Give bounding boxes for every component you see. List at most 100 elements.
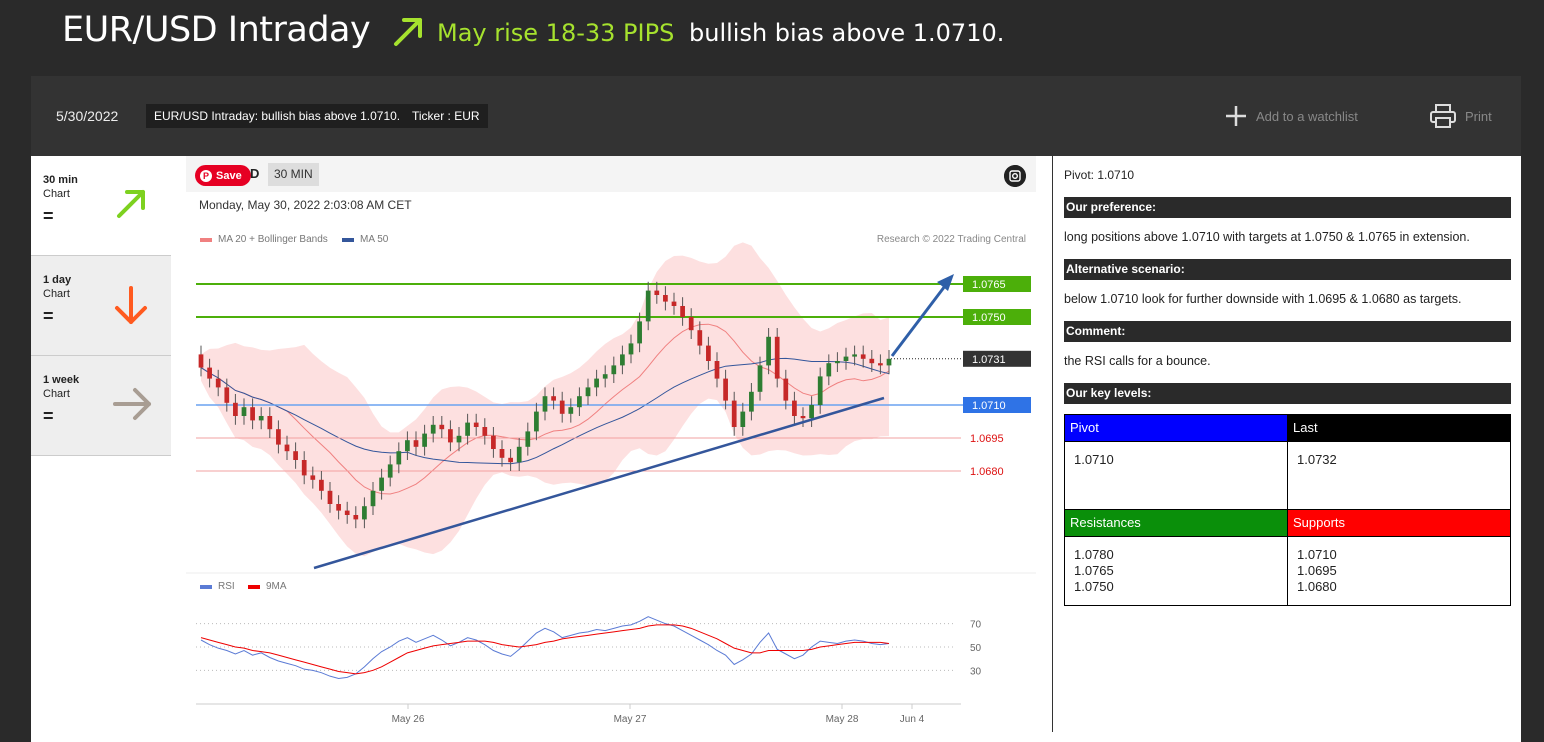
- projection-arrowhead: [937, 274, 954, 291]
- alternative-text: below 1.0710 look for further downside w…: [1064, 292, 1462, 306]
- candle-body: [439, 424, 445, 430]
- resistance-level: 1.0780: [1074, 547, 1114, 562]
- candle-body: [869, 358, 875, 364]
- candle-body: [594, 378, 599, 388]
- candle-body: [697, 330, 703, 346]
- timeframe-sub: Chart: [43, 188, 70, 200]
- printer-icon: [1430, 104, 1456, 128]
- candle-body: [310, 475, 316, 480]
- comment-header: Comment:: [1064, 321, 1511, 342]
- candle-body: [835, 361, 840, 364]
- candle-body: [525, 431, 531, 447]
- candle-body: [663, 295, 668, 302]
- ticker-tag: Ticker : EUR: [404, 104, 488, 128]
- candle-body: [783, 378, 789, 401]
- timeframe-sub: Chart: [43, 288, 70, 300]
- rsi-ma-legend-swatch: [248, 585, 260, 589]
- preference-header: Our preference:: [1064, 197, 1511, 218]
- pinterest-save-button[interactable]: P Save: [195, 165, 251, 186]
- pivot-header: Pivot: [1064, 414, 1288, 442]
- candle-body: [637, 321, 642, 344]
- candle-body: [387, 464, 393, 478]
- supports-cell: 1.0710 1.0695 1.0680: [1287, 536, 1511, 606]
- candle-body: [645, 290, 651, 322]
- watchlist-label: Add to a watchlist: [1256, 108, 1358, 124]
- candle-body: [886, 358, 892, 366]
- candle-body: [258, 416, 264, 421]
- resistance-level: 1.0765: [1074, 563, 1114, 578]
- save-label: Save: [216, 169, 242, 182]
- candle-body: [826, 363, 832, 377]
- analysis-date: 5/30/2022: [56, 108, 119, 124]
- candle-body: [198, 354, 204, 368]
- candle-body: [224, 387, 230, 403]
- last-header: Last: [1287, 414, 1511, 442]
- snapshot-icon[interactable]: [1004, 165, 1026, 187]
- rsi-ma-legend: 9MA: [266, 581, 287, 592]
- last-value: 1.0732: [1287, 441, 1511, 510]
- add-to-watchlist-button[interactable]: Add to a watchlist: [1224, 102, 1358, 130]
- timeframe-label: 1 day: [43, 274, 72, 286]
- candle-body: [516, 446, 522, 463]
- candle-body: [766, 336, 771, 366]
- candle-body: [362, 506, 367, 520]
- candle-body: [800, 416, 806, 419]
- rsi-legend-swatch: [200, 585, 212, 589]
- x-tick-label: May 28: [826, 714, 859, 725]
- price-chart: P Save D 30 MIN Monday, May 30, 2022 2:0…: [186, 156, 1036, 732]
- rsi-ma-line: [200, 624, 890, 675]
- chart-timeframe-button[interactable]: 30 MIN: [268, 163, 319, 186]
- chart-canvas: MA 20 + Bollinger Bands MA 50 Research ©…: [186, 234, 1036, 725]
- candle-body: [749, 391, 754, 412]
- candle-body: [611, 365, 617, 375]
- candle-body: [344, 510, 350, 515]
- analysis-info: Pivot: 1.0710 Our preference: long posit…: [1052, 156, 1521, 732]
- page-title: EUR/USD Intraday: [62, 10, 371, 50]
- comment-text: the RSI calls for a bounce.: [1064, 354, 1211, 368]
- timeframe-30min[interactable]: 30 min Chart =: [31, 156, 171, 256]
- candle-body: [602, 374, 608, 379]
- resistance-level: 1.0750: [1074, 579, 1114, 594]
- pinterest-icon: P: [200, 169, 212, 182]
- candle-body: [482, 427, 488, 436]
- candle-body: [405, 440, 410, 452]
- candle-body: [577, 396, 582, 408]
- bias-text: bullish bias above 1.0710.: [689, 19, 1005, 47]
- rsi-legend: RSI: [218, 581, 235, 592]
- timeframe-1week[interactable]: 1 week Chart =: [31, 356, 171, 456]
- plus-icon: [1226, 106, 1246, 126]
- candle-body: [473, 422, 479, 427]
- print-button[interactable]: Print: [1429, 102, 1492, 130]
- candle-body: [508, 457, 513, 463]
- ma50-legend: MA 50: [360, 234, 389, 245]
- support-level: 1.0710: [1297, 547, 1337, 562]
- x-tick-label: May 27: [614, 714, 647, 725]
- support-level: 1.0680: [1297, 579, 1337, 594]
- resistances-cell: 1.0780 1.0765 1.0750: [1064, 536, 1288, 606]
- candle-body: [740, 411, 746, 427]
- candle-body: [714, 361, 720, 379]
- candle-body: [499, 449, 505, 458]
- supports-header: Supports: [1287, 509, 1511, 537]
- summary-tag: EUR/USD Intraday: bullish bias above 1.0…: [146, 104, 409, 128]
- timeframe-trend: =: [43, 206, 54, 226]
- candle-body: [284, 444, 290, 452]
- candle-body: [215, 378, 221, 388]
- candle-body: [370, 490, 376, 507]
- candle-body: [585, 387, 591, 397]
- candle-body: [465, 422, 470, 436]
- print-label: Print: [1465, 108, 1492, 124]
- key-levels-table: Pivot Last 1.0710 1.0732 Resistances Sup…: [1064, 414, 1511, 606]
- candle-body: [207, 367, 212, 379]
- candle-body: [233, 402, 238, 416]
- candle-body: [559, 400, 565, 414]
- candle-body: [706, 345, 711, 361]
- timeframe-1day[interactable]: 1 day Chart =: [31, 256, 171, 356]
- rsi-pane: 70 50 30: [196, 616, 982, 680]
- resistances-header: Resistances: [1064, 509, 1288, 537]
- candle-body: [267, 416, 273, 430]
- candle-body: [731, 400, 737, 427]
- candle-body: [276, 429, 281, 445]
- symbol-suffix: D: [250, 166, 260, 181]
- support-level: 1.0695: [1297, 563, 1337, 578]
